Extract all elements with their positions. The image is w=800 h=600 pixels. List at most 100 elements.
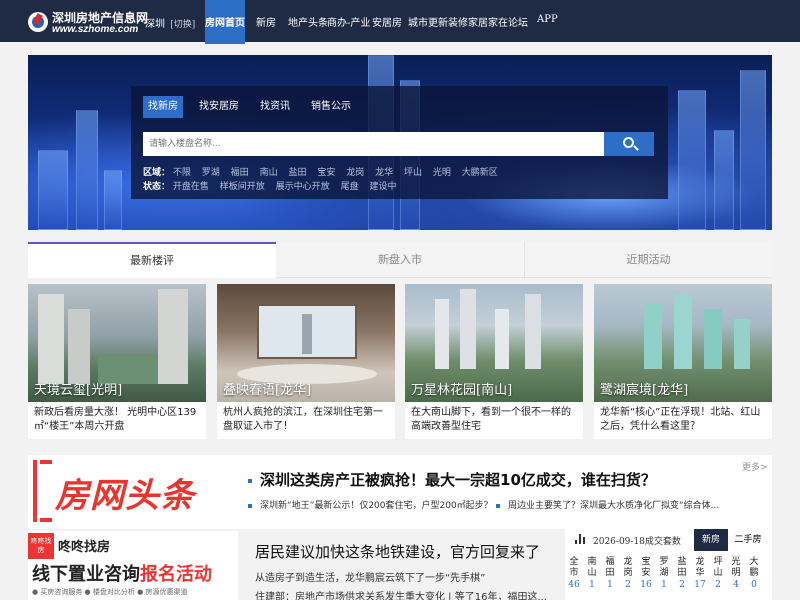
news-item[interactable]: 住建部：房地产市场供求关系发生重大变化 | 等了16年，福田这...: [255, 588, 547, 600]
district-stat: 龙岗 2: [621, 557, 635, 591]
news-item[interactable]: 从造房子到造生活，龙华鹏宸云筑下了一步“先手棋”: [255, 569, 485, 584]
city-name: 深圳: [145, 19, 165, 30]
property-review[interactable]: 在大南山脚下，看到一个很不一样的高端改善型住宅: [411, 406, 579, 434]
tab-new-listings[interactable]: 新盘入市: [276, 242, 524, 278]
more-link[interactable]: 更多>: [742, 460, 768, 473]
news-title[interactable]: 居民建议加快这条地铁建设，官方回复来了: [255, 541, 540, 562]
property-review[interactable]: 杭州人疯抢的滨江，在深圳住宅第一盘取证入市了！: [223, 406, 391, 434]
region-option[interactable]: 坪山: [404, 168, 422, 178]
site-logo[interactable]: 深圳房地产信息网 www.szhome.com: [28, 8, 148, 36]
property-name: 鹭湖宸境[龙华]: [600, 383, 689, 398]
promo-banner[interactable]: 咚咚找房 咚咚找房 线下置业咨询报名活动 ● 买房咨询服务 ● 楼盘对比分析 ●…: [28, 531, 238, 600]
district-count: 46: [568, 580, 580, 590]
logo-url: www.szhome.com: [52, 24, 139, 35]
headline-sub-text: 周边业主要笑了？深圳最大水质净化厂拟变“综合体...: [508, 501, 720, 511]
stats-tab-new[interactable]: 新房: [694, 529, 728, 551]
search-tab-affordable[interactable]: 找安居房: [195, 96, 243, 118]
bullet: [496, 503, 500, 508]
search-input[interactable]: [143, 132, 604, 156]
district-stat: 盐田 2: [675, 557, 689, 591]
city-selector[interactable]: 深圳 [切换]: [145, 15, 195, 30]
city-switch[interactable]: [切换]: [170, 20, 195, 30]
nav-item-affordable[interactable]: 安居房: [372, 14, 402, 29]
promo-headline-a: 线下置业咨询: [32, 564, 140, 585]
district-stat: 大鹏 0: [747, 557, 761, 591]
hero-banner: 找新房 找安居房 找资讯 销售公示 区域： 不限 罗湖 福田 南山 盐田 宝安 …: [28, 55, 772, 230]
hero-building: [38, 150, 68, 230]
nav-item-renewal[interactable]: 城市更新: [408, 14, 448, 29]
district-stat: 罗湖 1: [657, 557, 671, 591]
district-name: 南山: [587, 557, 597, 578]
region-option[interactable]: 福田: [231, 168, 249, 178]
region-option[interactable]: 龙华: [375, 168, 393, 178]
district-count: 1: [589, 580, 595, 590]
district-name: 福田: [605, 557, 615, 578]
region-option[interactable]: 南山: [260, 168, 278, 178]
headline-banner: 房网头条 深圳这类房产正被疯抢！最大一宗超10亿成交，谁在扫货？ 深圳新“地王”…: [28, 455, 772, 529]
headline-title-text: 深圳这类房产正被疯抢！最大一宗超10亿成交，谁在扫货？: [260, 471, 656, 489]
property-card[interactable]: 叠映春语[龙华] 杭州人疯抢的滨江，在深圳住宅第一盘取证入市了！: [217, 284, 395, 439]
status-option[interactable]: 尾盘: [341, 182, 359, 192]
headline-title[interactable]: 深圳这类房产正被疯抢！最大一宗超10亿成交，谁在扫货？: [248, 469, 656, 490]
promo-headline: 线下置业咨询报名活动: [32, 560, 212, 586]
district-count: 1: [607, 580, 613, 590]
district-name: 大鹏: [749, 557, 759, 578]
search-panel: 找新房 找安居房 找资讯 销售公示 区域： 不限 罗湖 福田 南山 盐田 宝安 …: [131, 86, 668, 199]
district-count: 4: [733, 580, 739, 590]
stats-tab-resale[interactable]: 二手房: [731, 529, 765, 551]
region-filter: 区域： 不限 罗湖 福田 南山 盐田 宝安 龙岗 龙华 坪山 光明 大鹏新区: [143, 165, 498, 178]
region-option[interactable]: 罗湖: [202, 168, 220, 178]
district-name: 全市: [569, 557, 579, 578]
search-tab-new-house[interactable]: 找新房: [143, 96, 183, 118]
property-review[interactable]: 新政后看房量大涨！ 光明中心区139㎡“楼王”本周六开盘: [34, 406, 202, 434]
property-name: 叠映春语[龙华]: [223, 383, 312, 398]
nav-item-forum[interactable]: 家在论坛: [488, 14, 528, 29]
nav-item-commercial[interactable]: 商办-产业: [327, 14, 370, 29]
region-option[interactable]: 大鹏新区: [462, 168, 498, 178]
headline-logo[interactable]: 房网头条: [33, 460, 243, 522]
district-count: 16: [640, 580, 652, 590]
headline-sub-link[interactable]: 周边业主要笑了？深圳最大水质净化厂拟变“综合体...: [496, 498, 719, 511]
search-button[interactable]: [604, 132, 654, 156]
nav-item-app[interactable]: APP: [537, 14, 558, 25]
promo-title: 咚咚找房: [58, 540, 111, 555]
property-card[interactable]: 鹭湖宸境[龙华] 龙华新“核心”正在浮现！北站、红山之后，凭什么看这里？: [594, 284, 772, 439]
district-name: 光明: [731, 557, 741, 578]
district-stat: 坪山 2: [711, 557, 725, 591]
hero-building: [740, 70, 766, 230]
district-stat: 宝安 16: [639, 557, 653, 591]
district-name: 罗湖: [659, 557, 669, 578]
region-option[interactable]: 盐田: [288, 168, 306, 178]
headline-sub-link[interactable]: 深圳新“地王”最新公示！仅200套住宅，户型200㎡起步？: [248, 498, 493, 511]
headline-sub-text: 深圳新“地王”最新公示！仅200套住宅，户型200㎡起步？: [260, 501, 493, 511]
region-option[interactable]: 龙岗: [346, 168, 364, 178]
district-name: 龙岗: [623, 557, 633, 578]
region-option[interactable]: 宝安: [317, 168, 335, 178]
bullet: [248, 478, 252, 483]
status-option[interactable]: 样板间开放: [220, 182, 265, 192]
hero-building: [76, 110, 98, 230]
promo-features: ● 买房咨询服务 ● 楼盘对比分析 ● 房源优惠渠道: [32, 588, 188, 596]
status-filter: 状态： 开盘在售 样板间开放 展示中心开放 尾盘 建设中: [143, 179, 396, 192]
status-option[interactable]: 开盘在售: [173, 182, 209, 192]
status-option[interactable]: 展示中心开放: [276, 182, 330, 192]
search-tab-news[interactable]: 找资讯: [255, 96, 295, 118]
property-card[interactable]: 万星林花园[南山] 在大南山脚下，看到一个很不一样的高端改善型住宅: [405, 284, 583, 439]
region-option[interactable]: 光明: [433, 168, 451, 178]
logo-corner: [40, 460, 52, 464]
region-option[interactable]: 不限: [173, 168, 191, 178]
tab-latest-reviews[interactable]: 最新楼评: [28, 242, 276, 278]
property-review[interactable]: 龙华新“核心”正在浮现！北站、红山之后，凭什么看这里？: [600, 406, 768, 434]
nav-item-home[interactable]: 房网首页: [205, 0, 245, 44]
tab-recent-events[interactable]: 近期活动: [524, 242, 772, 278]
property-name: 万星林花园[南山]: [411, 383, 513, 398]
status-option[interactable]: 建设中: [369, 182, 396, 192]
nav-item-new-house[interactable]: 新房: [256, 14, 276, 29]
property-card[interactable]: 天境云玺[光明] 新政后看房量大涨！ 光明中心区139㎡“楼王”本周六开盘: [28, 284, 206, 439]
news-block: 居民建议加快这条地铁建设，官方回复来了 从造房子到造生活，龙华鹏宸云筑下了一步“…: [245, 531, 555, 600]
nav-item-decor[interactable]: 装修家居: [448, 14, 488, 29]
search-tab-sales[interactable]: 销售公示: [307, 96, 355, 118]
nav-item-headlines[interactable]: 地产头条: [288, 14, 328, 29]
district-count: 0: [751, 580, 757, 590]
transaction-stats: 2026-09-18成交套数 新房 二手房 全市 46 南山 1 福田 1 龙岗 2 宝…: [565, 529, 772, 600]
